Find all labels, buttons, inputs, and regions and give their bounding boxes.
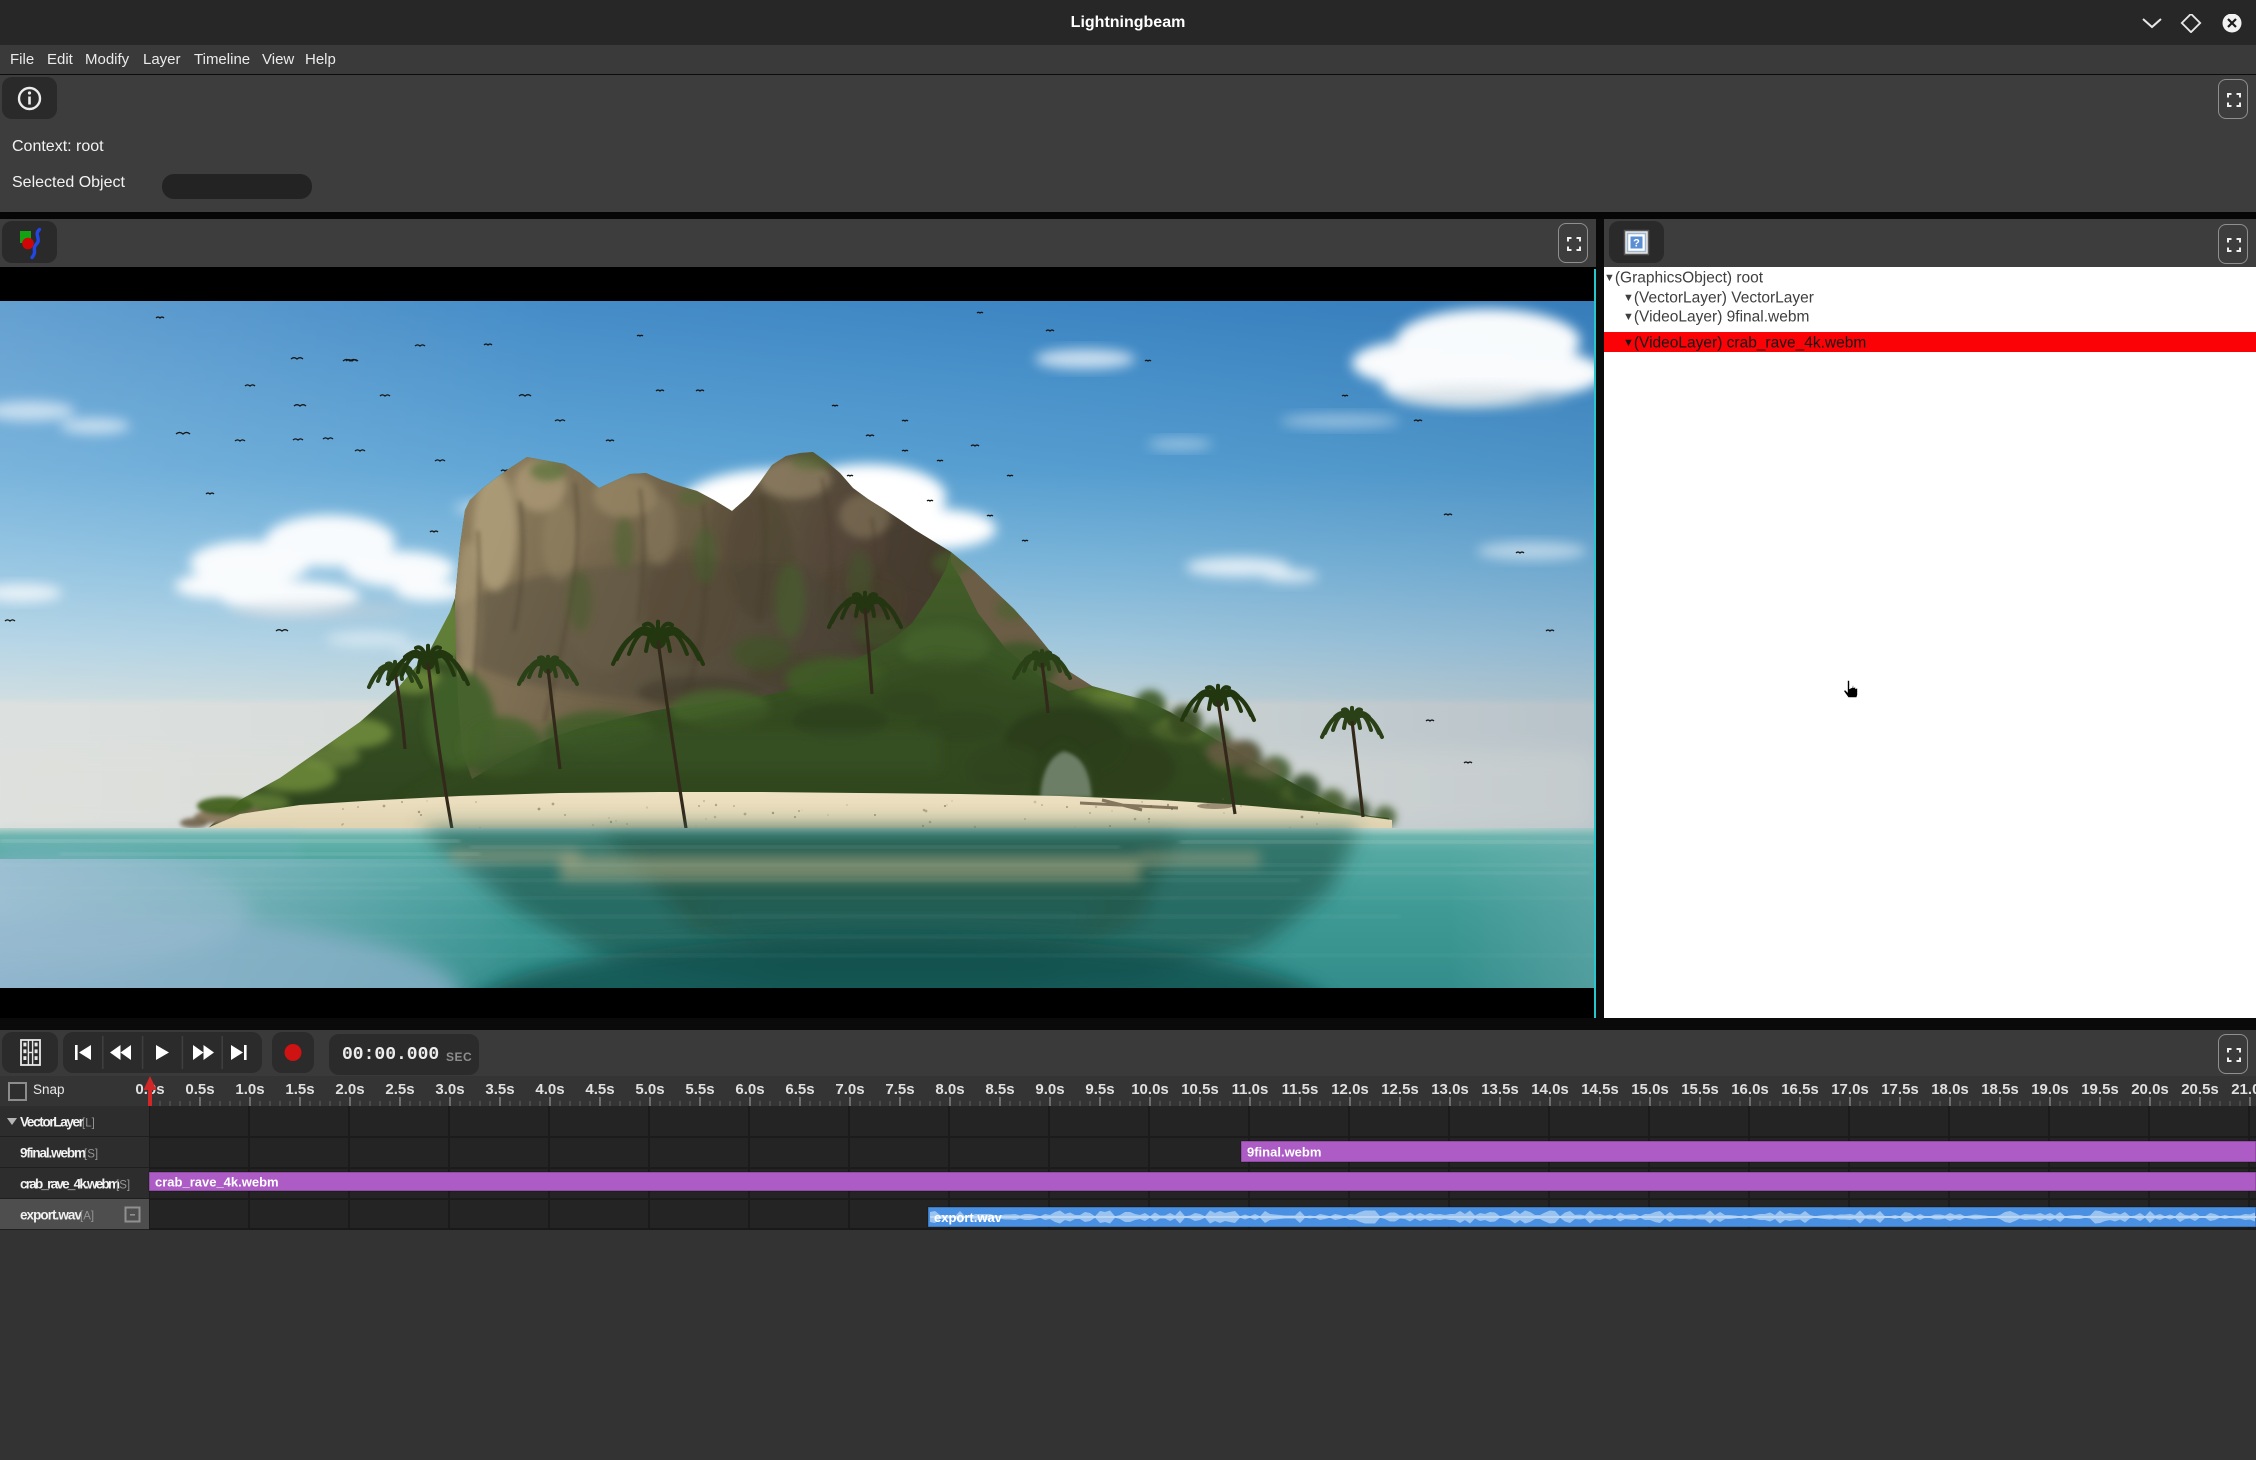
svg-text:2.5s: 2.5s xyxy=(385,1081,414,1098)
svg-text:20.5s: 20.5s xyxy=(2181,1081,2219,1098)
svg-text:12.5s: 12.5s xyxy=(1381,1081,1419,1098)
svg-text:19.0s: 19.0s xyxy=(2031,1081,2069,1098)
svg-text:14.5s: 14.5s xyxy=(1581,1081,1619,1098)
svg-text:crab_rave_4k.webm: crab_rave_4k.webm xyxy=(20,1177,120,1192)
svg-text:4.5s: 4.5s xyxy=(585,1081,614,1098)
svg-text:2.0s: 2.0s xyxy=(335,1081,364,1098)
svg-text:21.0s: 21.0s xyxy=(2231,1081,2256,1098)
svg-text:6.0s: 6.0s xyxy=(735,1081,764,1098)
svg-text:6.5s: 6.5s xyxy=(785,1081,814,1098)
svg-text:9.0s: 9.0s xyxy=(1035,1081,1064,1098)
svg-text:[S]: [S] xyxy=(84,1149,98,1161)
svg-text:9final.webm: 9final.webm xyxy=(1247,1145,1321,1160)
svg-text:9final.webm: 9final.webm xyxy=(20,1146,86,1161)
svg-text:20.0s: 20.0s xyxy=(2131,1081,2169,1098)
svg-text:7.5s: 7.5s xyxy=(885,1081,914,1098)
svg-text:9.5s: 9.5s xyxy=(1085,1081,1114,1098)
svg-text:?: ? xyxy=(1633,238,1640,250)
svg-text:10.0s: 10.0s xyxy=(1131,1081,1169,1098)
svg-text:0.5s: 0.5s xyxy=(185,1081,214,1098)
svg-text:crab_rave_4k.webm: crab_rave_4k.webm xyxy=(155,1175,279,1190)
svg-text:3.5s: 3.5s xyxy=(485,1081,514,1098)
svg-text:17.0s: 17.0s xyxy=(1831,1081,1869,1098)
svg-text:VectorLayer: VectorLayer xyxy=(20,1115,85,1130)
svg-text:1.5s: 1.5s xyxy=(285,1081,314,1098)
svg-text:15.0s: 15.0s xyxy=(1631,1081,1669,1098)
svg-text:13.0s: 13.0s xyxy=(1431,1081,1469,1098)
svg-text:11.5s: 11.5s xyxy=(1282,1081,1319,1098)
svg-text:export.wav: export.wav xyxy=(20,1208,82,1223)
svg-text:8.5s: 8.5s xyxy=(985,1081,1014,1098)
svg-text:16.0s: 16.0s xyxy=(1731,1081,1769,1098)
svg-text:13.5s: 13.5s xyxy=(1481,1081,1519,1098)
svg-text:1.0s: 1.0s xyxy=(235,1081,264,1098)
svg-text:export.wav: export.wav xyxy=(934,1210,1003,1225)
svg-text:18.5s: 18.5s xyxy=(1981,1081,2019,1098)
svg-text:7.0s: 7.0s xyxy=(835,1081,864,1098)
svg-text:15.5s: 15.5s xyxy=(1681,1081,1719,1098)
svg-text:[A]: [A] xyxy=(80,1211,94,1223)
svg-text:4.0s: 4.0s xyxy=(535,1081,564,1098)
svg-text:17.5s: 17.5s xyxy=(1881,1081,1919,1098)
svg-text:18.0s: 18.0s xyxy=(1931,1081,1969,1098)
svg-text:8.0s: 8.0s xyxy=(935,1081,964,1098)
svg-text:16.5s: 16.5s xyxy=(1781,1081,1819,1098)
svg-text:14.0s: 14.0s xyxy=(1531,1081,1569,1098)
svg-text:19.5s: 19.5s xyxy=(2081,1081,2119,1098)
svg-text:5.5s: 5.5s xyxy=(685,1081,714,1098)
svg-text:12.0s: 12.0s xyxy=(1331,1081,1369,1098)
svg-text:5.0s: 5.0s xyxy=(635,1081,664,1098)
svg-text:10.5s: 10.5s xyxy=(1181,1081,1219,1098)
svg-text:11.0s: 11.0s xyxy=(1232,1081,1269,1098)
svg-text:[L]: [L] xyxy=(82,1118,95,1130)
svg-text:[S]: [S] xyxy=(116,1180,130,1192)
svg-text:3.0s: 3.0s xyxy=(435,1081,464,1098)
